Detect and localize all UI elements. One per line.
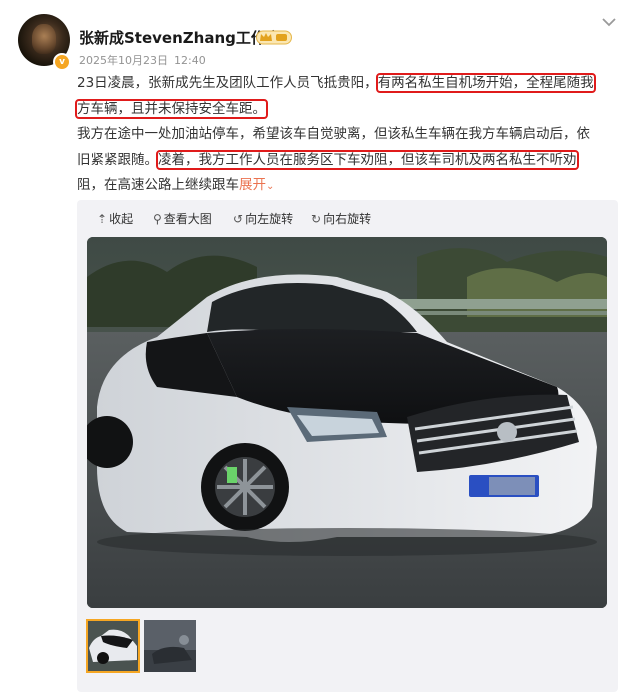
post-time[interactable]: 12:40	[174, 54, 206, 67]
search-icon: ⚲	[153, 212, 162, 226]
expand-link[interactable]: 展开⌄	[239, 177, 274, 193]
highlight-box: 方车辆，且并未保持安全车距。	[75, 98, 268, 119]
verified-badge-icon: v	[53, 53, 71, 71]
collapse-up-icon: ⇡	[97, 212, 108, 226]
post-text-segment: 23日凌晨，张新成先生及团队工作人员飞抵贵阳，	[77, 75, 378, 91]
chevron-down-icon[interactable]	[601, 16, 617, 28]
highlight-box: 有两名私生自机场开始，全程尾随我	[375, 73, 596, 93]
post-text-segment: 旧紧紧跟随。	[77, 151, 158, 168]
rotate-left-icon: ↺	[233, 212, 244, 226]
highlight-box: 凌着，我方工作人员在服务区下车劝阻，但该车司机及两名私生不听劝	[156, 149, 579, 170]
collapse-button[interactable]: ⇡ 收起	[97, 210, 133, 227]
rotate-left-button[interactable]: ↺ 向左旋转	[233, 210, 293, 227]
author-name[interactable]: 张新成StevenZhang工作室	[79, 27, 281, 48]
post-text: 23日凌晨，张新成先生及团队工作人员飞抵贵阳，有两名私生自机场开始，全程尾随我 …	[75, 71, 622, 199]
rotate-right-icon: ↻	[311, 212, 322, 226]
thumbnail-1[interactable]	[86, 619, 140, 673]
chevron-down-icon: ⌄	[266, 181, 275, 192]
post-text-segment: 我方在途中一处加油站停车，希望该车自觉驶离，但该私生车辆在我方车辆启动后，依	[77, 126, 590, 142]
post-date[interactable]: 2025年10月23日	[79, 54, 168, 67]
view-large-button[interactable]: ⚲ 查看大图	[153, 210, 212, 227]
post-text-segment: 阻，在高速公路上继续跟车	[77, 177, 239, 193]
post-meta: 2025年10月23日 12:40	[79, 52, 206, 68]
rotate-right-button[interactable]: ↻ 向右旋转	[311, 210, 371, 227]
car-photo[interactable]	[87, 237, 607, 608]
thumbnail-2[interactable]	[144, 620, 196, 672]
media-toolbar: ⇡ 收起 ⚲ 查看大图 ↺ 向左旋转 ↻ 向右旋转	[77, 200, 618, 234]
vip-crown-icon[interactable]	[256, 30, 292, 45]
media-viewer: ⇡ 收起 ⚲ 查看大图 ↺ 向左旋转 ↻ 向右旋转	[77, 200, 618, 692]
